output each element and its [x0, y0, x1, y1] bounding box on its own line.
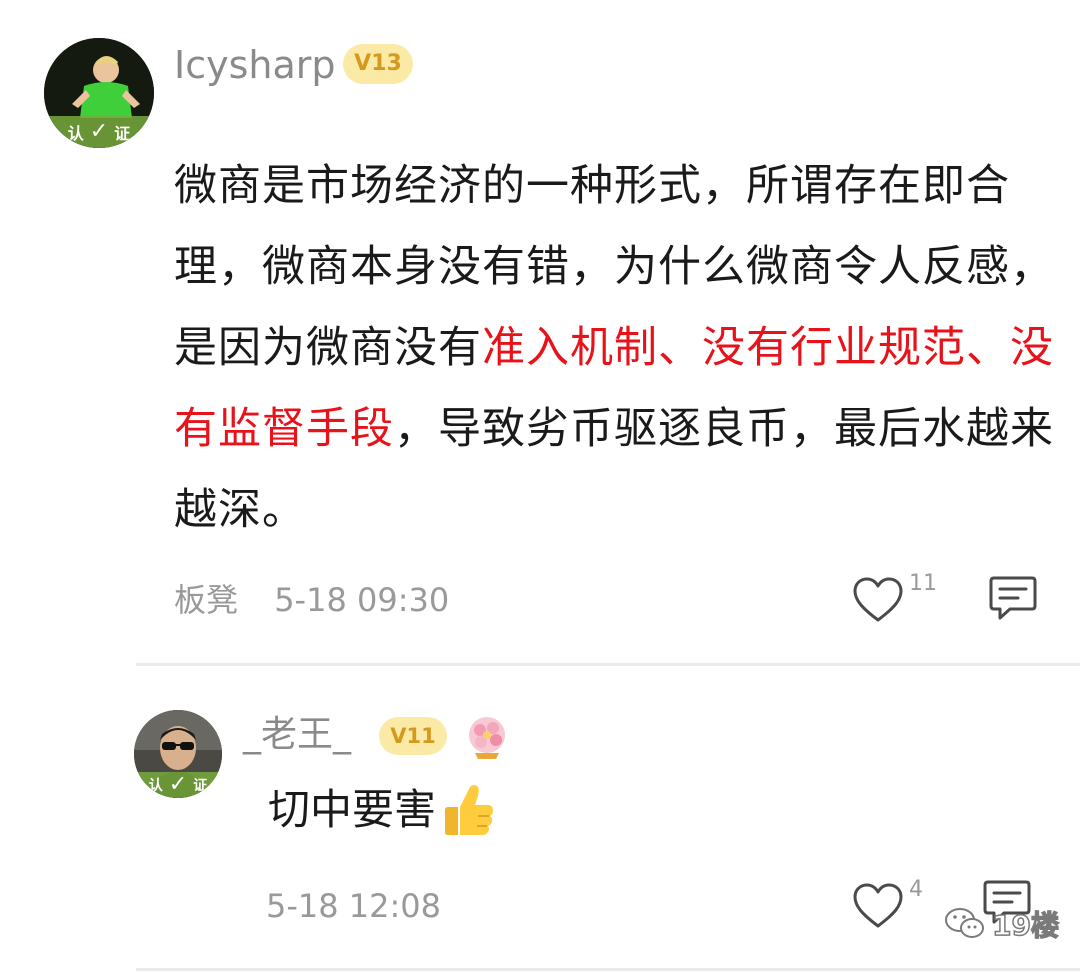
timestamp: 5-18 12:08 [266, 887, 442, 925]
username[interactable]: _老王_ [243, 717, 351, 753]
heart-outline-icon[interactable] [852, 576, 904, 624]
timestamp: 5-18 09:30 [274, 581, 450, 619]
check-icon: ✓ [89, 119, 109, 144]
divider [136, 663, 1080, 666]
avatar[interactable]: 认 ✓ 证 [44, 38, 154, 148]
comment-icon[interactable] [988, 574, 1038, 622]
reply-text: 切中要害 [268, 778, 496, 842]
medal-icon [469, 717, 505, 759]
floor-label: 板凳 [174, 581, 239, 619]
divider [136, 968, 1080, 971]
like-count: 4 [909, 877, 923, 902]
like-count: 11 [909, 571, 937, 596]
verified-band: 认 ✓ 证 [44, 116, 154, 148]
avatar[interactable]: 认 ✓ 证 [134, 710, 222, 798]
verify-label: 认 [67, 124, 84, 143]
verified-band: 认 ✓ 证 [134, 772, 222, 798]
reply-meta: 5-18 12:08 [266, 890, 441, 922]
username[interactable]: Icysharp [174, 46, 336, 84]
check-icon: ✓ [168, 772, 188, 797]
level-badge: V11 [379, 717, 447, 755]
reply-text-content: 切中要害 [268, 785, 437, 834]
verify-label: 证 [114, 124, 131, 143]
watermark-text: 19楼 [991, 908, 1059, 943]
thumbs-up-emoji [445, 785, 494, 835]
wechat-icon [945, 908, 984, 938]
comment-body: 微商是市场经济的一种形式，所谓存在即合理，微商本身没有错，为什么微商令人反感，是… [174, 146, 1054, 551]
comment-meta: 板凳 5-18 09:30 [174, 584, 449, 616]
heart-outline-icon[interactable] [852, 882, 904, 930]
level-badge: V13 [343, 44, 413, 84]
watermark: 19楼 [944, 904, 1060, 944]
verify-label: 认 [148, 778, 163, 794]
verify-label: 证 [193, 778, 208, 794]
